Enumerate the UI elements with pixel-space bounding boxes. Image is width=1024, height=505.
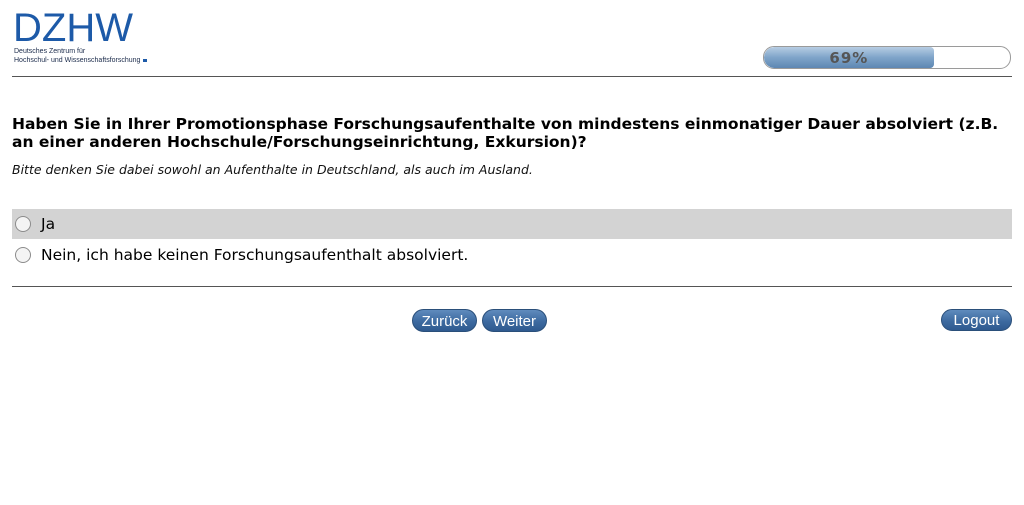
progress-label: 69%	[829, 49, 869, 67]
question-text: Haben Sie in Ihrer Promotionsphase Forsc…	[12, 115, 999, 151]
logo-mark-icon	[143, 58, 148, 62]
dzhw-logo: DZHW Deutsches Zentrum für Hochschul- un…	[13, 6, 153, 70]
option-label: Nein, ich habe keinen Forschungsaufentha…	[41, 246, 469, 264]
logout-button[interactable]: Logout	[941, 309, 1012, 331]
footer-divider	[12, 286, 1012, 287]
next-button[interactable]: Weiter	[482, 309, 547, 332]
option-nein[interactable]: Nein, ich habe keinen Forschungsaufentha…	[12, 240, 1012, 270]
back-button[interactable]: Zurück	[412, 309, 477, 332]
logo-subtitle-line-2: Hochschul- und Wissenschaftsforschung	[14, 57, 141, 64]
radio-ja[interactable]	[15, 216, 31, 232]
progress-bar: 69%	[763, 46, 1011, 69]
option-ja[interactable]: Ja	[12, 209, 1012, 239]
question-hint: Bitte denken Sie dabei sowohl an Aufenth…	[12, 162, 533, 177]
survey-page: DZHW Deutsches Zentrum für Hochschul- un…	[0, 0, 1024, 505]
logo-subtitle-line-2-wrap: Hochschul- und Wissenschaftsforschung	[14, 57, 148, 65]
logo-subtitle-line-1: Deutsches Zentrum für	[14, 48, 86, 55]
option-label: Ja	[41, 215, 56, 233]
radio-nein[interactable]	[15, 247, 31, 263]
header-divider	[12, 76, 1012, 77]
logo-wordmark: DZHW	[13, 6, 133, 50]
